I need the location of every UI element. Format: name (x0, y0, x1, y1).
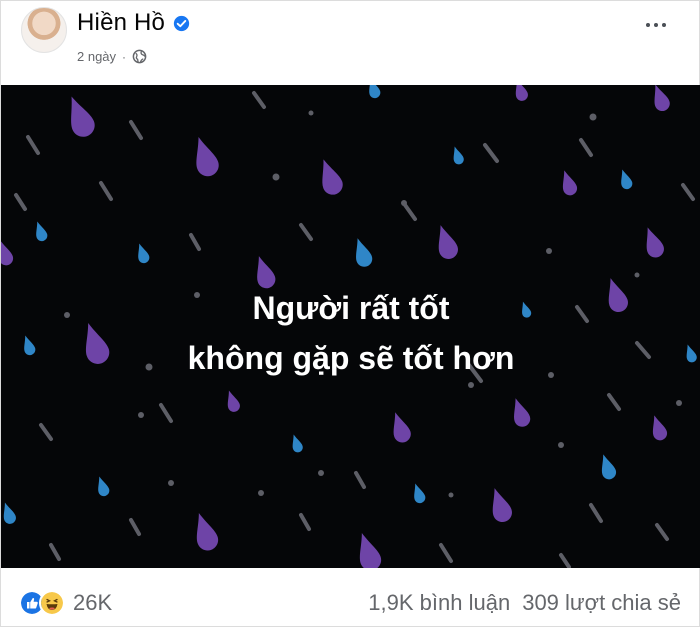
post-footer: 26K 1,9K bình luận 309 lượt chia sẻ (1, 568, 700, 628)
post-meta: 2 ngày · (77, 49, 147, 64)
author-name[interactable]: Hiền Hồ (77, 9, 165, 37)
meta-separator: · (122, 49, 127, 64)
reaction-count: 26K (73, 590, 113, 615)
globe-icon[interactable] (132, 49, 147, 64)
status-line-2: không gặp sẽ tốt hơn (187, 340, 515, 376)
post-image[interactable]: Người rất tốt không gặp sẽ tốt hơn (1, 85, 700, 568)
more-options-icon (646, 23, 650, 27)
post-header: Hiền Hồ 2 ngày · (1, 1, 699, 85)
post-status-text: Người rất tốt không gặp sẽ tốt hơn (1, 283, 700, 383)
more-options-button[interactable] (641, 13, 671, 37)
reaction-summary[interactable]: 26K (19, 590, 112, 616)
status-line-1: Người rất tốt (252, 290, 450, 326)
engagement-stats: 1,9K bình luận 309 lượt chia sẻ (368, 590, 681, 616)
author-avatar[interactable] (21, 7, 67, 53)
author-row: Hiền Hồ (77, 9, 190, 37)
comment-count-link[interactable]: 1,9K bình luận (368, 590, 510, 616)
haha-icon (39, 590, 65, 616)
post-timestamp[interactable]: 2 ngày (77, 49, 116, 64)
share-count-link[interactable]: 309 lượt chia sẻ (522, 590, 681, 616)
facebook-post: Hiền Hồ 2 ngày · Người rất tốt không gặp… (0, 0, 700, 627)
verified-badge-icon (173, 15, 190, 31)
